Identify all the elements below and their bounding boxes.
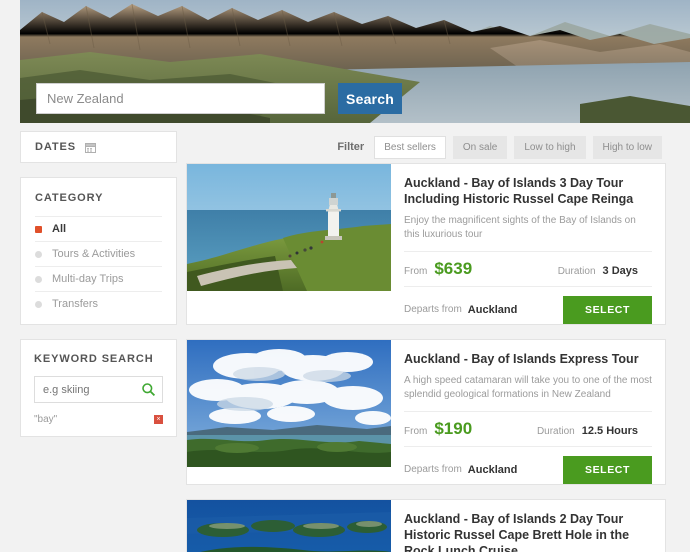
category-item-multi-day-trips[interactable]: Multi-day Trips: [35, 266, 162, 291]
filter-bar: Filter Best sellers On sale Low to high …: [186, 131, 666, 163]
search-results-page: Search DATES CATEGORY All Tours: [0, 0, 690, 552]
result-card[interactable]: Auckland - Bay of Islands Express Tour A…: [186, 339, 666, 485]
result-title[interactable]: Auckland - Bay of Islands Express Tour: [404, 351, 652, 367]
price-value: $639: [434, 259, 473, 278]
category-title: CATEGORY: [35, 192, 104, 204]
category-item-transfers[interactable]: Transfers: [35, 291, 162, 316]
bay-of-islands-clouds-image: [187, 340, 391, 467]
duration-group: Duration 3 Days: [558, 265, 652, 277]
filter-low-to-high[interactable]: Low to high: [514, 135, 586, 159]
remove-keyword-icon[interactable]: ×: [154, 415, 163, 424]
category-panel: CATEGORY All Tours & Activities Multi-da…: [20, 177, 177, 325]
radio-icon: [35, 250, 42, 258]
radio-icon: [35, 300, 42, 308]
price-value: $190: [434, 419, 473, 438]
departure-row: Departs from Auckland SELECT: [404, 446, 652, 484]
dates-panel[interactable]: DATES: [20, 131, 177, 163]
results-column: Filter Best sellers On sale Low to high …: [186, 131, 666, 552]
search-button[interactable]: Search: [338, 83, 402, 114]
category-label: Multi-day Trips: [52, 273, 124, 285]
result-card[interactable]: Auckland - Bay of Islands 2 Day Tour His…: [186, 499, 666, 552]
departs-from-label: Departs from: [404, 464, 462, 475]
price-row: From $190 Duration 12.5 Hours: [404, 411, 652, 439]
cape-reinga-lighthouse-image: [187, 164, 391, 291]
hero-banner: Search: [20, 0, 690, 123]
from-label: From: [404, 266, 428, 277]
radio-icon: [35, 275, 42, 283]
result-title[interactable]: Auckland - Bay of Islands 2 Day Tour His…: [404, 511, 652, 552]
select-button[interactable]: SELECT: [562, 295, 652, 324]
result-description: Enjoy the magnificent sights of the Bay …: [404, 215, 636, 240]
filters-sidebar: DATES CATEGORY All Tours & Activities Mu…: [20, 131, 177, 451]
filter-best-sellers[interactable]: Best sellers: [374, 135, 446, 159]
keyword-search-box: [34, 376, 163, 403]
radio-icon: [35, 225, 42, 233]
dates-title: DATES: [35, 141, 76, 153]
keyword-search-panel: KEYWORD SEARCH "bay" ×: [20, 339, 177, 437]
filter-on-sale[interactable]: On sale: [452, 135, 508, 159]
search-icon[interactable]: [141, 382, 156, 397]
departure-row: Departs from Auckland SELECT: [404, 286, 652, 324]
result-thumbnail[interactable]: [187, 340, 391, 467]
departs-from-value: Auckland: [467, 463, 518, 476]
result-details: Auckland - Bay of Islands Express Tour A…: [391, 340, 665, 484]
keyword-search-title: KEYWORD SEARCH: [34, 353, 154, 365]
result-details: Auckland - Bay of Islands 3 Day Tour Inc…: [391, 164, 665, 324]
duration-value: 3 Days: [602, 265, 638, 277]
duration-label: Duration: [557, 266, 596, 277]
keyword-tag: "bay" ×: [34, 414, 163, 425]
result-details: Auckland - Bay of Islands 2 Day Tour His…: [391, 500, 665, 552]
destination-search-input[interactable]: [36, 83, 325, 114]
duration-value: 12.5 Hours: [581, 425, 638, 437]
result-description: A high speed catamaran will take you to …: [404, 375, 652, 400]
select-button[interactable]: SELECT: [562, 455, 652, 484]
result-thumbnail[interactable]: [187, 500, 391, 552]
departs-from-label: Departs from: [404, 304, 462, 315]
bay-of-islands-aerial-image: [187, 500, 391, 552]
category-label: Transfers: [52, 298, 99, 310]
result-card[interactable]: Auckland - Bay of Islands 3 Day Tour Inc…: [186, 163, 666, 325]
duration-label: Duration: [536, 426, 575, 437]
category-item-tours-activities[interactable]: Tours & Activities: [35, 241, 162, 266]
price-row: From $639 Duration 3 Days: [404, 251, 652, 279]
result-thumbnail[interactable]: [187, 164, 391, 291]
filter-high-to-low[interactable]: High to low: [592, 135, 662, 159]
category-label: Tours & Activities: [52, 248, 136, 260]
duration-group: Duration 12.5 Hours: [537, 425, 652, 437]
category-label: All: [52, 223, 67, 235]
filter-label: Filter: [337, 141, 365, 153]
departs-from-value: Auckland: [467, 303, 518, 316]
keyword-tag-label: "bay": [34, 414, 58, 425]
hero-search-form: Search: [36, 83, 402, 114]
result-title[interactable]: Auckland - Bay of Islands 3 Day Tour Inc…: [404, 175, 652, 207]
from-label: From: [404, 426, 428, 437]
calendar-icon: [84, 142, 96, 153]
category-item-all[interactable]: All: [35, 216, 162, 241]
